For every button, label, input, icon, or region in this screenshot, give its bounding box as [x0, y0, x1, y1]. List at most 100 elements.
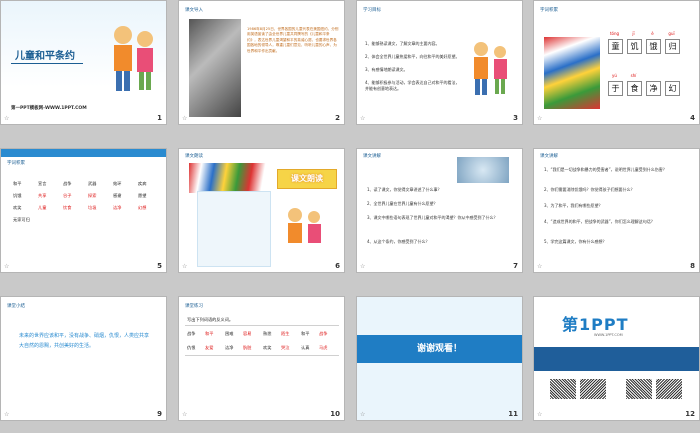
question-item: 4、“造成世界的和平，把战争的武器”，你们怎么理解这句话？	[544, 219, 655, 224]
hanzi-card: 净	[646, 81, 661, 96]
vocab-word: 洁净	[113, 205, 122, 210]
slide-number: 8	[690, 262, 695, 270]
slide-9-label: 课堂小结	[7, 304, 25, 309]
vocab-word: 战争	[63, 181, 72, 186]
flags-image	[544, 37, 600, 109]
animation-icon: ☆	[360, 263, 366, 270]
exercise-prompt: 写出下列词语的反义词。	[187, 317, 234, 322]
vocab-word: 垃圾	[88, 205, 97, 210]
reading-banner: 课文朗读	[277, 169, 337, 189]
slide-3-label: 学习目标	[363, 8, 381, 13]
question-item: 1、读了课文，你觉得文章讲述了什么事？	[367, 187, 442, 192]
vocab-word: 感谢	[113, 193, 122, 198]
slide-number: 10	[330, 410, 340, 418]
qr-code-icon	[626, 379, 652, 399]
slide-thumbnail-3[interactable]: 学习目标 1、能够熟读课文，了解文章的主要内容。 2、体会全世界儿童热爱和平，向…	[356, 0, 523, 125]
objective-item: 1、能够熟读课文，了解文章的主要内容。	[365, 41, 440, 46]
slide-number: 7	[513, 262, 518, 270]
slide-thumbnail-9[interactable]: 课堂小结 未来的世界应该和平，没有战争、硝烟，仇恨，人类应共享大自然的恩赐，共创…	[0, 296, 167, 421]
exercise-answer: 肮脏	[243, 345, 252, 350]
exercise-answer: 哭泣	[281, 345, 290, 350]
pinyin: guī	[668, 31, 675, 36]
slide-thumbnail-10[interactable]: 课堂练习 写出下列词语的反义词。 战争 和平 困难 容易 熟悉 陌生 和平 战争…	[178, 296, 345, 421]
animation-icon: ☆	[4, 263, 10, 270]
slide-thumbnail-8[interactable]: 课文讲解 1、“我们是一切战争和暴力的受害者”，说明世界儿童受到什么伤害？ 2、…	[533, 148, 700, 273]
hanzi-card: 幻	[665, 81, 680, 96]
doves-image	[457, 157, 509, 183]
slide-thumbnail-7[interactable]: 课文讲解 1、读了课文，你觉得文章讲述了什么事？ 2、全世界儿童在世界儿童有什么…	[356, 148, 523, 273]
vocab-word: 饥饿	[13, 193, 22, 198]
hanzi-card: 于	[608, 81, 623, 96]
children-illustration-icon	[109, 21, 159, 99]
children-illustration-icon	[283, 205, 327, 261]
pinyin: jī	[632, 31, 635, 36]
slide-sorter-grid: 儿童和平条约 第一PPT模板网-WWW.1PPT.COM 1 ☆ 课文导入 19…	[0, 0, 700, 433]
exercise-answer: 和平	[205, 331, 214, 336]
animation-icon: ☆	[182, 115, 188, 122]
vocab-word: 疾病	[138, 181, 147, 186]
question-item: 2、你们需要消除饥饿吗？你觉得孩子们想要什么？	[544, 187, 635, 192]
slide-2-text: 1986年8月25日，世界各国的儿童代表在美国纽约，分别用英语宣读了由全世界儿童…	[247, 27, 339, 53]
children-illustration-icon	[469, 39, 513, 99]
vocab-word: 欢笑	[13, 205, 22, 210]
exercise-answer: 陌生	[281, 331, 290, 336]
vocab-word: 愿望	[138, 193, 147, 198]
slide-thumbnail-2[interactable]: 课文导入 1986年8月25日，世界各国的儿童代表在美国纽约，分别用英语宣读了由…	[178, 0, 345, 125]
brand-logo: 第1PPT	[562, 315, 629, 334]
hanzi-card: 归	[665, 39, 680, 54]
slide-10-label: 课堂练习	[185, 304, 203, 309]
slide-6-label: 课文朗读	[185, 154, 203, 159]
slide-7-label: 课文讲解	[363, 154, 381, 159]
slide-4-label: 字词积累	[540, 8, 558, 13]
hanzi-card: 童	[608, 39, 623, 54]
book-page-image	[197, 191, 271, 267]
hanzi-card: 食	[627, 81, 642, 96]
slide-thumbnail-1[interactable]: 儿童和平条约 第一PPT模板网-WWW.1PPT.COM 1 ☆	[0, 0, 167, 125]
brand-site: WWW.1PPT.COM	[594, 333, 623, 337]
slide-thumbnail-11[interactable]: 谢谢观看！ 11 ☆	[356, 296, 523, 421]
slide-thumbnail-12[interactable]: 第1PPT WWW.1PPT.COM 12 ☆	[533, 296, 700, 421]
hanzi-card: 饿	[646, 39, 661, 54]
exercise-word: 困难	[225, 331, 234, 336]
slide-number: 6	[335, 262, 340, 270]
vocab-word: 共享	[38, 193, 47, 198]
slide-thumbnail-6[interactable]: 课文朗读 课文朗读 6 ☆	[178, 148, 345, 273]
exercise-word: 和平	[301, 331, 310, 336]
vocab-word: 和平	[13, 181, 22, 186]
qr-code-icon	[550, 379, 576, 399]
slide-number: 9	[157, 410, 162, 418]
exercise-word: 仇恨	[187, 345, 196, 350]
slide-number: 2	[335, 114, 340, 122]
objective-item: 3、有感情地朗读课文。	[365, 67, 408, 72]
exercise-word: 战争	[187, 331, 196, 336]
pinyin: shí	[630, 73, 637, 78]
qr-code-icon	[656, 379, 682, 399]
animation-icon: ☆	[360, 411, 366, 418]
slide-thumbnail-5[interactable]: 字词积累 和平 宣言 战争 武器 效环 疾病 饥饿 共享 谷子 探索 感谢 愿望…	[0, 148, 167, 273]
slide-number: 4	[690, 114, 695, 122]
vocab-word: 谷子	[63, 193, 72, 198]
animation-icon: ☆	[360, 115, 366, 122]
thanks-text: 谢谢观看！	[416, 344, 462, 354]
slide-thumbnail-4[interactable]: 字词积累 tóng jī è guī 童 饥 饿 归 yú shí 于 食 净 …	[533, 0, 700, 125]
exercise-answer: 马虎	[319, 345, 328, 350]
vocab-word: 饮食	[63, 205, 72, 210]
pinyin: è	[651, 31, 654, 36]
exercise-answer: 友爱	[205, 345, 214, 350]
pinyin: tóng	[609, 31, 620, 36]
flags-image	[189, 163, 269, 193]
vocab-word: 效环	[113, 181, 122, 186]
animation-icon: ☆	[537, 411, 543, 418]
question-item: 2、全世界儿童在世界儿童有什么愿望？	[367, 201, 438, 206]
animation-icon: ☆	[4, 411, 10, 418]
exercise-word: 熟悉	[263, 331, 272, 336]
hanzi-card: 饥	[627, 39, 642, 54]
vocab-word: 无家可归	[13, 217, 30, 222]
slide-number: 3	[513, 114, 518, 122]
vocab-word: 儿童	[38, 205, 47, 210]
slide-number: 5	[157, 262, 162, 270]
question-item: 3、为了和平，我们有哪些愿望？	[544, 203, 603, 208]
vocab-word: 幻想	[138, 205, 147, 210]
animation-icon: ☆	[4, 115, 10, 122]
slide-1-title: 儿童和平条约	[15, 51, 75, 62]
